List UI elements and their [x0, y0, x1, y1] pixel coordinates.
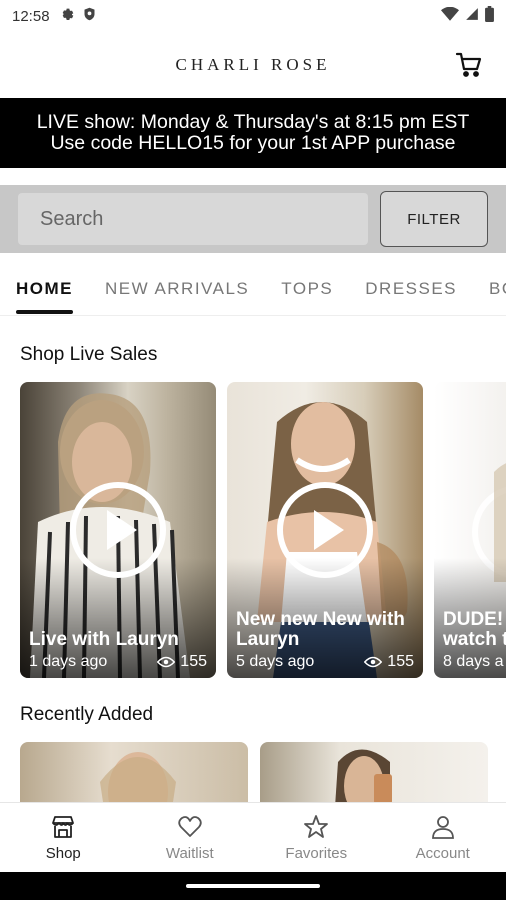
bottom-nav: Shop Waitlist Favorites Account — [0, 802, 506, 872]
app-header: CHARLI ROSE — [0, 32, 506, 98]
signal-icon — [465, 7, 479, 25]
live-card-age: 1 days ago — [29, 653, 108, 670]
battery-icon — [485, 6, 494, 26]
status-left: 12:58 — [12, 6, 97, 26]
nav-favorites-label: Favorites — [285, 844, 348, 862]
status-bar: 12:58 — [0, 0, 506, 32]
section-title-recent: Recently Added — [20, 704, 154, 725]
live-card[interactable]: Live with Lauryn 1 days ago 155 — [20, 382, 216, 678]
views-count: 155 — [364, 653, 414, 671]
nav-account[interactable]: Account — [380, 803, 506, 872]
heart-icon — [178, 815, 202, 837]
nav-shop-label: Shop — [45, 844, 81, 862]
live-card-meta: 8 days a — [443, 653, 506, 671]
live-card[interactable]: New new New with Lauryn 5 days ago 155 — [227, 382, 423, 678]
promo-line-2: Use code HELLO15 for your 1st APP purcha… — [50, 132, 456, 154]
brand-logo: CHARLI ROSE — [175, 55, 331, 74]
eye-icon — [157, 656, 176, 668]
product-card[interactable] — [260, 742, 488, 802]
views-number: 155 — [387, 653, 414, 670]
nav-waitlist-label: Waitlist — [165, 844, 214, 862]
views-number: 155 — [180, 653, 207, 670]
live-card-title: DUDE! watch t — [443, 609, 506, 650]
section-title-live: Shop Live Sales — [20, 344, 158, 365]
wifi-icon — [441, 6, 459, 25]
tab-bo[interactable]: BO — [473, 262, 506, 315]
recently-added-carousel — [20, 742, 506, 802]
promo-banner: LIVE show: Monday & Thursday's at 8:15 p… — [0, 98, 506, 168]
store-icon — [52, 815, 75, 838]
live-sales-carousel: Live with Lauryn 1 days ago 155 New new … — [20, 382, 506, 678]
live-card-age: 5 days ago — [236, 653, 315, 670]
cart-icon — [455, 52, 482, 77]
live-card-title: Live with Lauryn — [29, 629, 179, 650]
cart-button[interactable] — [454, 50, 484, 80]
tab-tops[interactable]: TOPS — [265, 262, 349, 315]
live-card-age: 8 days a — [443, 653, 504, 670]
tab-dresses[interactable]: DRESSES — [349, 262, 473, 315]
shield-icon — [82, 6, 97, 26]
search-bar: Search FILTER — [0, 185, 506, 253]
search-input[interactable]: Search — [18, 193, 368, 245]
star-icon — [304, 814, 329, 838]
nav-favorites[interactable]: Favorites — [253, 803, 380, 872]
tab-new-arrivals[interactable]: NEW ARRIVALS — [89, 262, 265, 315]
system-nav-bar — [0, 872, 506, 900]
nav-account-label: Account — [415, 844, 470, 862]
promo-line-1: LIVE show: Monday & Thursday's at 8:15 p… — [36, 111, 470, 133]
views-count: 155 — [157, 653, 207, 671]
gear-icon — [58, 6, 74, 26]
live-card-meta: 5 days ago 155 — [236, 653, 414, 671]
nav-waitlist[interactable]: Waitlist — [127, 803, 254, 872]
status-time: 12:58 — [12, 7, 50, 25]
live-card-meta: 1 days ago 155 — [29, 653, 207, 671]
user-icon — [431, 815, 454, 839]
category-tabs: HOME NEW ARRIVALS TOPS DRESSES BO — [0, 262, 506, 316]
tab-home[interactable]: HOME — [0, 262, 89, 315]
eye-icon — [364, 656, 383, 668]
filter-button[interactable]: FILTER — [380, 191, 488, 247]
live-card-title: New new New with Lauryn — [236, 609, 405, 650]
play-icon[interactable] — [277, 482, 373, 578]
status-right — [441, 6, 494, 26]
live-card[interactable]: DUDE! watch t 8 days a — [434, 382, 506, 678]
home-indicator[interactable] — [186, 884, 320, 888]
nav-shop[interactable]: Shop — [0, 803, 127, 872]
product-card[interactable] — [20, 742, 248, 802]
play-icon[interactable] — [70, 482, 166, 578]
